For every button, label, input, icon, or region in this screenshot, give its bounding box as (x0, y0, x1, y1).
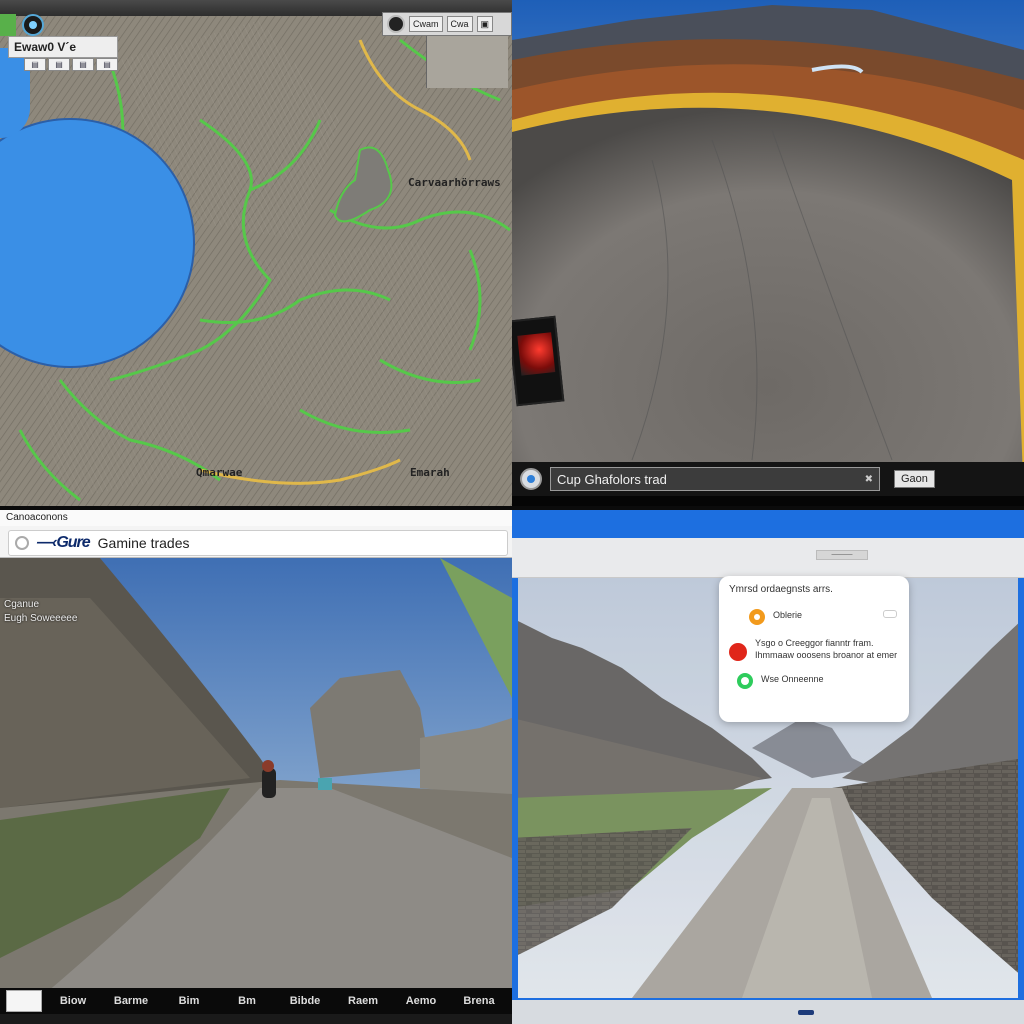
map-side-panel (426, 30, 508, 88)
map-search-input[interactable]: Ewaw0 V´e (8, 36, 118, 58)
toolbar-button[interactable]: Cwam (409, 16, 443, 32)
fisheye-scene[interactable] (512, 0, 1024, 506)
window-statusbar (512, 998, 1024, 1024)
toolbar-item[interactable]: Raem (336, 995, 390, 1007)
camera-icon[interactable] (22, 14, 44, 36)
toolbar-tab[interactable]: ——— (816, 550, 868, 560)
video-thumbnail[interactable] (512, 315, 565, 407)
window-title: Canoaconons (0, 510, 512, 526)
location-field[interactable]: Cup Ghafolors trad ✖ (550, 467, 880, 491)
location-bar: Cup Ghafolors trad ✖ Gaon (512, 462, 1024, 496)
popup-toggle[interactable] (883, 610, 897, 618)
window-titlebar (512, 510, 1024, 538)
go-button[interactable]: Gaon (894, 470, 935, 488)
layer-chip[interactable]: ▤ (48, 58, 70, 71)
toolbar-item[interactable]: Bm (220, 995, 274, 1007)
info-popup[interactable]: Ymrsd ordaegnsts arrs. Oblerie Ysgo o Cr… (719, 576, 909, 722)
street-overlay-info: Cganue Eugh Soweeeee (4, 598, 77, 626)
status-indicator (0, 14, 16, 36)
toolbar-item[interactable]: Bim (162, 995, 216, 1007)
page-indicator[interactable] (798, 1010, 814, 1015)
red-dot-icon (729, 643, 747, 661)
popup-row[interactable]: Wse Onneenne (729, 673, 899, 689)
toolbar-item[interactable]: Brena (452, 995, 506, 1007)
overlay-line: Cganue (4, 599, 40, 610)
popup-row-text: Wse Onneenne (761, 674, 824, 684)
map-pane[interactable]: Ewaw0 V´e ▤ ▤ ▤ ▤ Cwam Cwa ▣ Carvaarhörr… (0, 0, 512, 506)
fisheye-footer (512, 496, 1024, 506)
street-view-header: Canoaconons —‹Gure Gamine trades (0, 510, 512, 558)
popup-title: Ymrsd ordaegnsts arrs. (729, 584, 833, 595)
map-place-label: Qmarwae (196, 466, 243, 479)
orange-pin-icon (749, 609, 765, 625)
green-pin-icon (737, 673, 753, 689)
toolbar-item[interactable]: Bibde (278, 995, 332, 1007)
street-view-toolbar: Biow Barme Bim Bm Bibde Raem Aemo Brena (0, 988, 512, 1014)
app-logo: —‹Gure (37, 534, 91, 551)
address-bar[interactable]: —‹Gure Gamine trades (8, 530, 508, 556)
popup-row[interactable]: Oblerie (729, 609, 899, 625)
layer-chip[interactable]: ▤ (24, 58, 46, 71)
street-view-footer (0, 1014, 512, 1024)
address-text[interactable]: Gamine trades (98, 535, 190, 551)
location-icon[interactable] (520, 468, 542, 490)
window-frame (1018, 578, 1024, 998)
toolbar-button[interactable]: Cwa (446, 16, 473, 32)
window-frame (512, 578, 518, 998)
map-place-label: Emarah (410, 466, 450, 479)
street-view-pane[interactable]: Canoaconons —‹Gure Gamine trades Cganue … (0, 510, 512, 1024)
popup-row-text: Ysgo o Creeggor fianntr fram. Ihmmaaw oo… (755, 638, 898, 660)
window-toolbar: ——— (512, 538, 1024, 578)
thumbnail-slot[interactable] (6, 990, 42, 1012)
toolbar-button[interactable]: ▣ (476, 16, 494, 32)
popup-row[interactable]: Ysgo o Creeggor fianntr fram. Ihmmaaw oo… (729, 637, 899, 661)
clear-icon[interactable]: ✖ (865, 474, 873, 485)
compass-icon[interactable] (387, 15, 405, 33)
map-layer-chips: ▤ ▤ ▤ ▤ (24, 58, 118, 71)
toolbar-item[interactable]: Biow (46, 995, 100, 1007)
fisheye-pane[interactable]: Cup Ghafolors trad ✖ Gaon (512, 0, 1024, 506)
layer-chip[interactable]: ▤ (72, 58, 94, 71)
toolbar-item[interactable]: Aemo (394, 995, 448, 1007)
map-toolbar: Cwam Cwa ▣ (382, 12, 512, 36)
globe-icon (15, 536, 29, 550)
layer-chip[interactable]: ▤ (96, 58, 118, 71)
canyon-pane[interactable]: ——— Ymrsd ordaegnsts arrs. Oblerie Ysgo … (512, 510, 1024, 1024)
map-place-label: Carvaarhörraws (408, 176, 501, 189)
location-text: Cup Ghafolors trad (557, 471, 667, 487)
toolbar-item[interactable]: Barme (104, 995, 158, 1007)
overlay-line: Eugh Soweeeee (4, 613, 78, 624)
popup-row-text: Oblerie (773, 610, 803, 620)
